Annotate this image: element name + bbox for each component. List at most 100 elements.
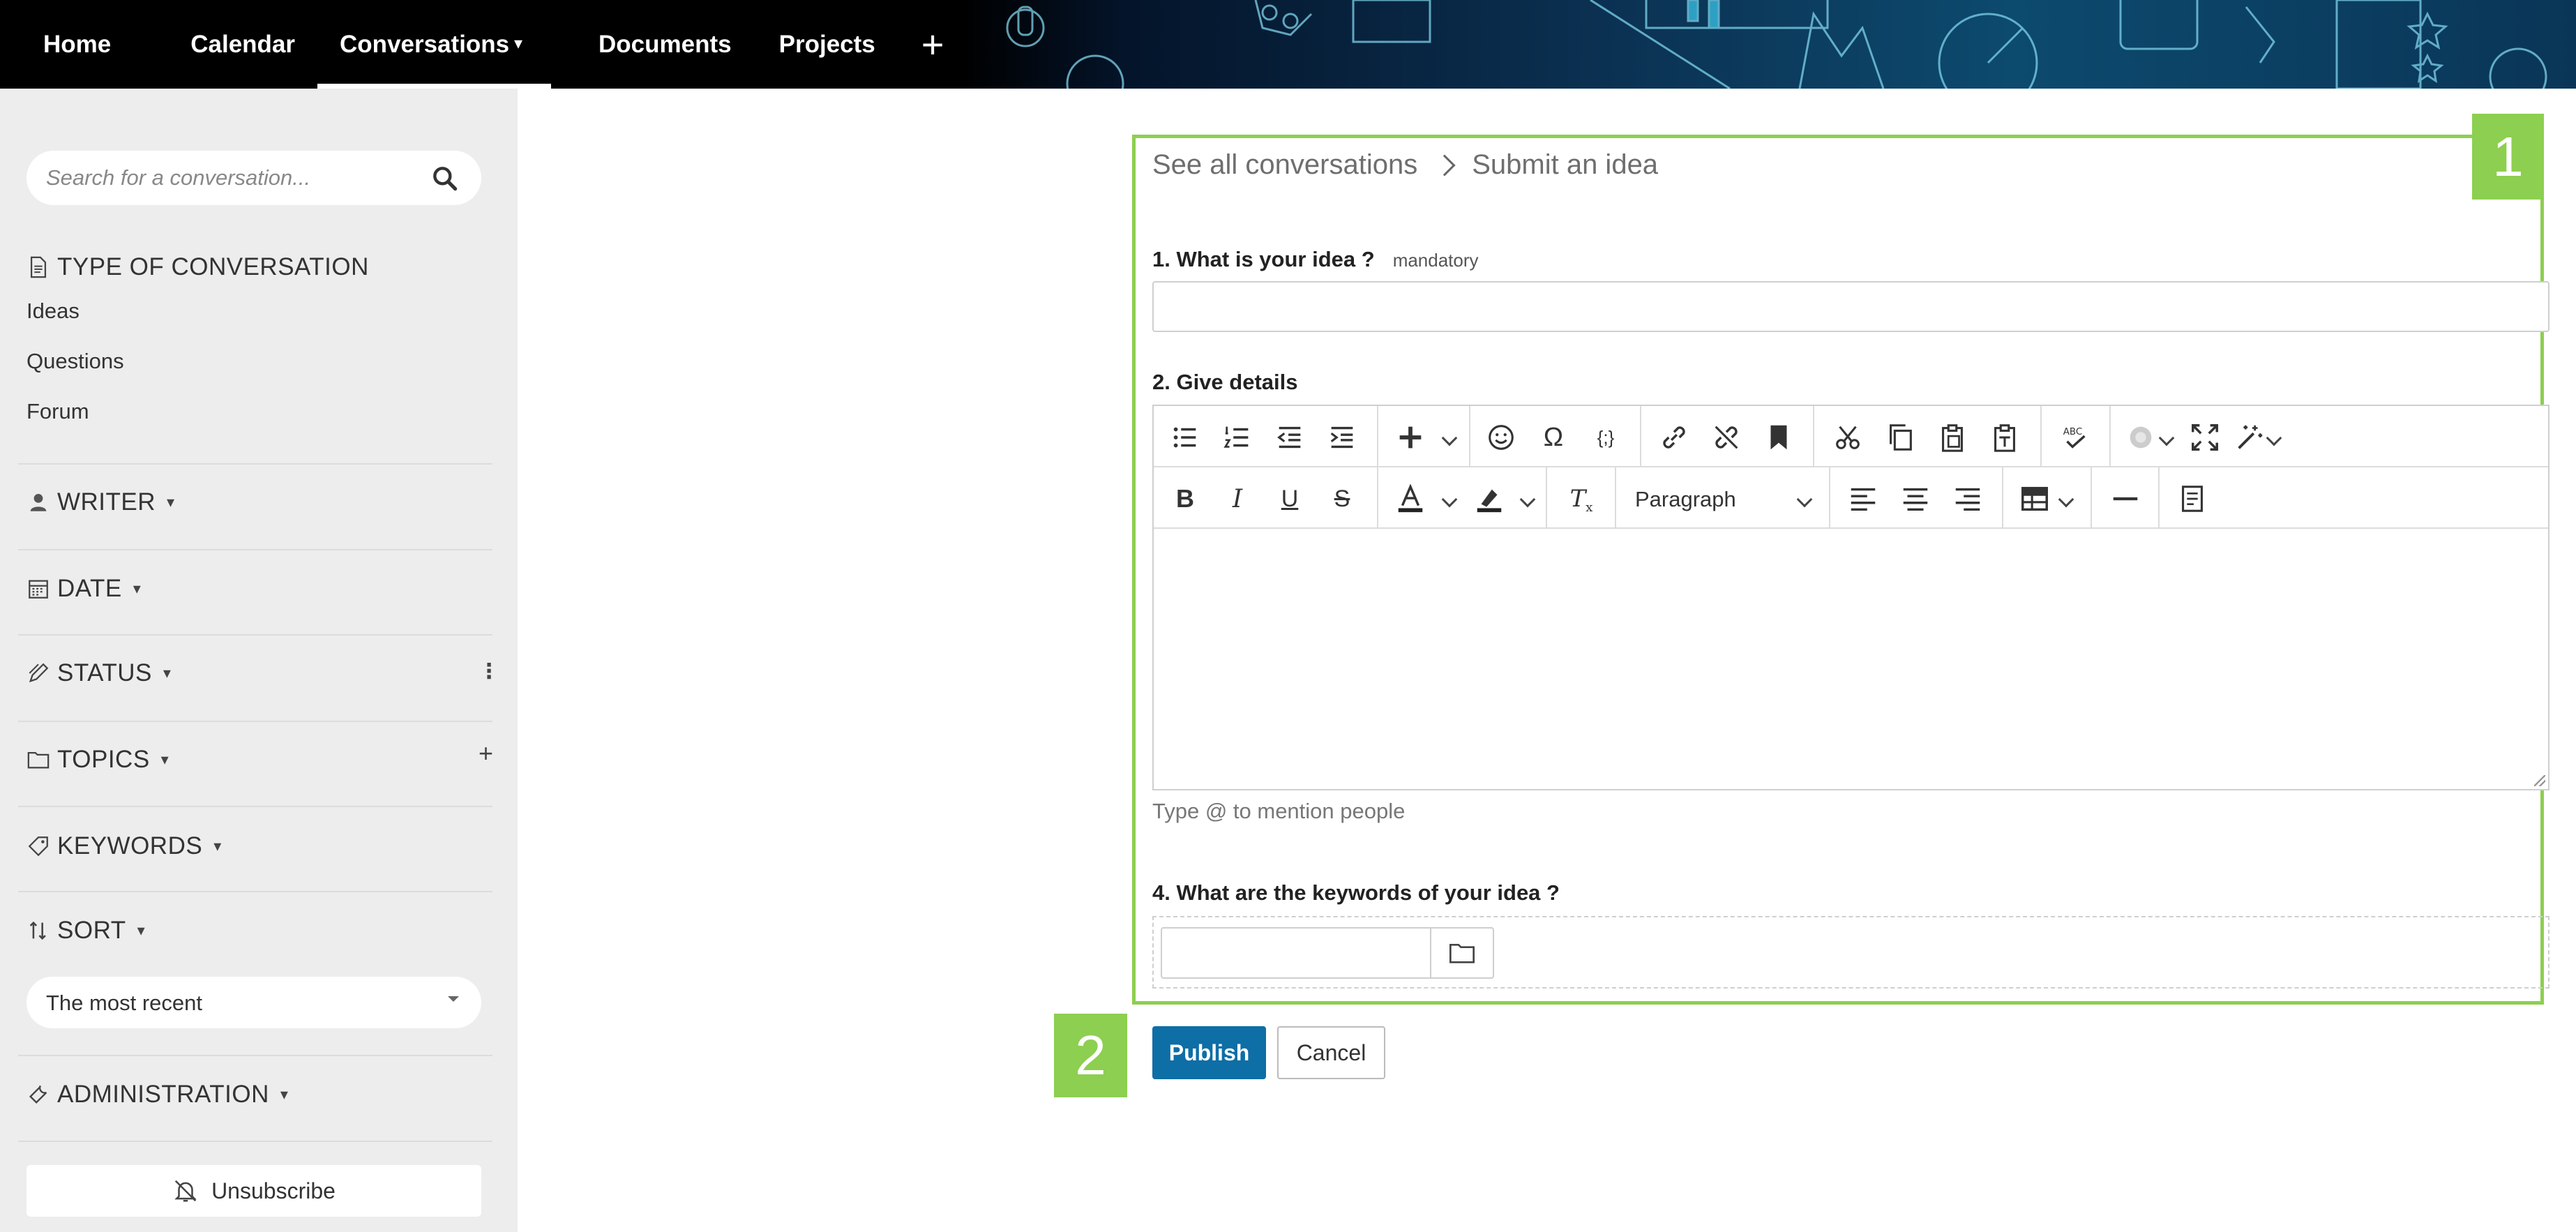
chevron-down-icon: ▾ bbox=[137, 922, 146, 939]
fullscreen-icon[interactable] bbox=[2189, 421, 2221, 453]
special-character-icon[interactable]: Ω bbox=[1537, 421, 1569, 453]
resize-handle-icon[interactable] bbox=[2534, 775, 2545, 786]
date-title: DATE ▾ bbox=[27, 575, 492, 603]
search-input[interactable] bbox=[46, 160, 423, 195]
toolbar-separator bbox=[1829, 467, 1830, 527]
outdent-icon[interactable] bbox=[1274, 421, 1306, 453]
unlink-icon[interactable] bbox=[1710, 421, 1742, 453]
browse-keywords-button[interactable] bbox=[1430, 927, 1494, 979]
code-sample-icon[interactable]: {;} bbox=[1590, 421, 1622, 453]
writer-filter[interactable]: WRITER ▾ bbox=[27, 488, 492, 516]
nav-conversations-dropdown-icon[interactable]: ▾ bbox=[514, 33, 522, 54]
sidebar-item-questions[interactable]: Questions bbox=[27, 349, 124, 374]
chevron-down-icon: ▾ bbox=[280, 1085, 289, 1103]
step-badge-2-label: 2 bbox=[1075, 1024, 1106, 1086]
status-filter[interactable]: STATUS ▾ bbox=[27, 659, 492, 687]
chevron-down-icon: ▾ bbox=[163, 664, 172, 682]
cut-icon[interactable] bbox=[1832, 421, 1864, 453]
toolbar-separator bbox=[2091, 467, 2092, 527]
chevron-down-icon[interactable] bbox=[2058, 491, 2074, 508]
table-icon[interactable] bbox=[2019, 483, 2051, 515]
divider bbox=[18, 1141, 492, 1142]
clear-formatting-icon[interactable]: Tx bbox=[1565, 483, 1597, 515]
horizontal-line-icon[interactable] bbox=[2109, 483, 2141, 515]
topics-filter[interactable]: TOPICS ▾ bbox=[27, 746, 492, 774]
sort-select[interactable]: The most recent bbox=[27, 977, 481, 1028]
align-left-icon[interactable] bbox=[1847, 483, 1879, 515]
keywords-title: KEYWORDS ▾ bbox=[27, 832, 492, 860]
top-navigation-bar: Home Calendar Conversations ▾ Documents … bbox=[0, 0, 2576, 89]
chevron-down-icon[interactable] bbox=[1441, 491, 1458, 508]
spellcheck-icon[interactable]: ABC bbox=[2059, 421, 2091, 453]
select-arrow-icon bbox=[448, 996, 459, 1002]
bold-icon[interactable]: B bbox=[1169, 483, 1201, 515]
chevron-down-icon[interactable] bbox=[1796, 491, 1813, 508]
editor-toolbar-row-1: Ω {;} ABC bbox=[1154, 406, 2548, 467]
keyword-input[interactable] bbox=[1161, 927, 1431, 979]
breadcrumb: See all conversations Submit an idea bbox=[1152, 149, 1658, 181]
divider bbox=[18, 463, 492, 465]
emoji-icon[interactable] bbox=[1485, 421, 1517, 453]
idea-title-input[interactable] bbox=[1152, 281, 2549, 332]
administration-label: ADMINISTRATION bbox=[57, 1081, 269, 1108]
magic-wand-icon[interactable] bbox=[2234, 421, 2266, 453]
idea-question-text: 1. What is your idea ? bbox=[1152, 247, 1375, 271]
nav-documents[interactable]: Documents bbox=[598, 0, 732, 89]
paste-text-icon[interactable] bbox=[1989, 421, 2021, 453]
numbered-list-icon[interactable] bbox=[1221, 421, 1253, 453]
calendar-icon bbox=[29, 580, 48, 599]
date-filter[interactable]: DATE ▾ bbox=[27, 575, 492, 603]
chevron-down-icon[interactable] bbox=[2158, 430, 2175, 446]
toolbar-separator bbox=[2109, 406, 2111, 466]
editor-content-area[interactable] bbox=[1154, 529, 2548, 789]
paragraph-format-select[interactable]: Paragraph bbox=[1635, 487, 1736, 512]
nav-add-icon[interactable]: + bbox=[921, 0, 944, 89]
bullet-list-icon[interactable] bbox=[1169, 421, 1201, 453]
nav-documents-label: Documents bbox=[598, 30, 732, 58]
align-center-icon[interactable] bbox=[1899, 483, 1931, 515]
template-icon[interactable] bbox=[2176, 483, 2208, 515]
highlight-color-icon[interactable] bbox=[1473, 483, 1505, 515]
sort-filter[interactable]: SORT ▾ bbox=[27, 917, 492, 945]
italic-icon[interactable]: I bbox=[1221, 483, 1253, 515]
insert-plus-icon[interactable] bbox=[1394, 421, 1426, 453]
sidebar-item-forum[interactable]: Forum bbox=[27, 399, 89, 424]
nav-conversations[interactable]: Conversations ▾ bbox=[317, 0, 552, 89]
underline-icon[interactable]: U bbox=[1274, 483, 1306, 515]
keywords-filter[interactable]: KEYWORDS ▾ bbox=[27, 832, 492, 860]
chevron-down-icon: ▾ bbox=[160, 751, 170, 768]
date-label: DATE bbox=[57, 575, 122, 602]
chevron-down-icon: ▾ bbox=[213, 837, 222, 855]
indent-icon[interactable] bbox=[1326, 421, 1358, 453]
copy-icon[interactable] bbox=[1884, 421, 1916, 453]
sort-select-value: The most recent bbox=[46, 991, 202, 1015]
more-vertical-icon[interactable]: ⋮ bbox=[479, 659, 499, 684]
nav-calendar[interactable]: Calendar bbox=[190, 0, 295, 89]
add-topic-icon[interactable]: + bbox=[479, 739, 493, 768]
cancel-button[interactable]: Cancel bbox=[1277, 1026, 1385, 1079]
divider bbox=[18, 634, 492, 636]
toolbar-separator bbox=[2040, 406, 2042, 466]
unsubscribe-button[interactable]: Unsubscribe bbox=[27, 1165, 481, 1217]
bookmark-icon[interactable] bbox=[1763, 421, 1795, 453]
language-icon[interactable] bbox=[2125, 421, 2157, 453]
wrench-icon bbox=[29, 1085, 47, 1104]
search-icon[interactable] bbox=[430, 163, 460, 194]
administration-filter[interactable]: ADMINISTRATION ▾ bbox=[27, 1081, 492, 1109]
publish-button[interactable]: Publish bbox=[1152, 1026, 1266, 1079]
chevron-down-icon[interactable] bbox=[2266, 430, 2282, 446]
type-of-conversation-section: TYPE OF CONVERSATION bbox=[27, 253, 492, 281]
strikethrough-icon[interactable]: S bbox=[1326, 483, 1358, 515]
chevron-down-icon[interactable] bbox=[1519, 491, 1536, 508]
nav-projects[interactable]: Projects bbox=[779, 0, 875, 89]
paste-icon[interactable] bbox=[1936, 421, 1968, 453]
unsubscribe-label: Unsubscribe bbox=[211, 1178, 336, 1203]
chevron-down-icon[interactable] bbox=[1441, 430, 1458, 446]
align-right-icon[interactable] bbox=[1952, 483, 1984, 515]
sidebar-item-ideas[interactable]: Ideas bbox=[27, 299, 80, 324]
link-icon[interactable] bbox=[1658, 421, 1690, 453]
breadcrumb-see-all-conversations[interactable]: See all conversations bbox=[1152, 149, 1417, 181]
tag-icon bbox=[28, 836, 48, 857]
text-color-icon[interactable] bbox=[1394, 483, 1426, 515]
nav-home[interactable]: Home bbox=[43, 0, 111, 89]
